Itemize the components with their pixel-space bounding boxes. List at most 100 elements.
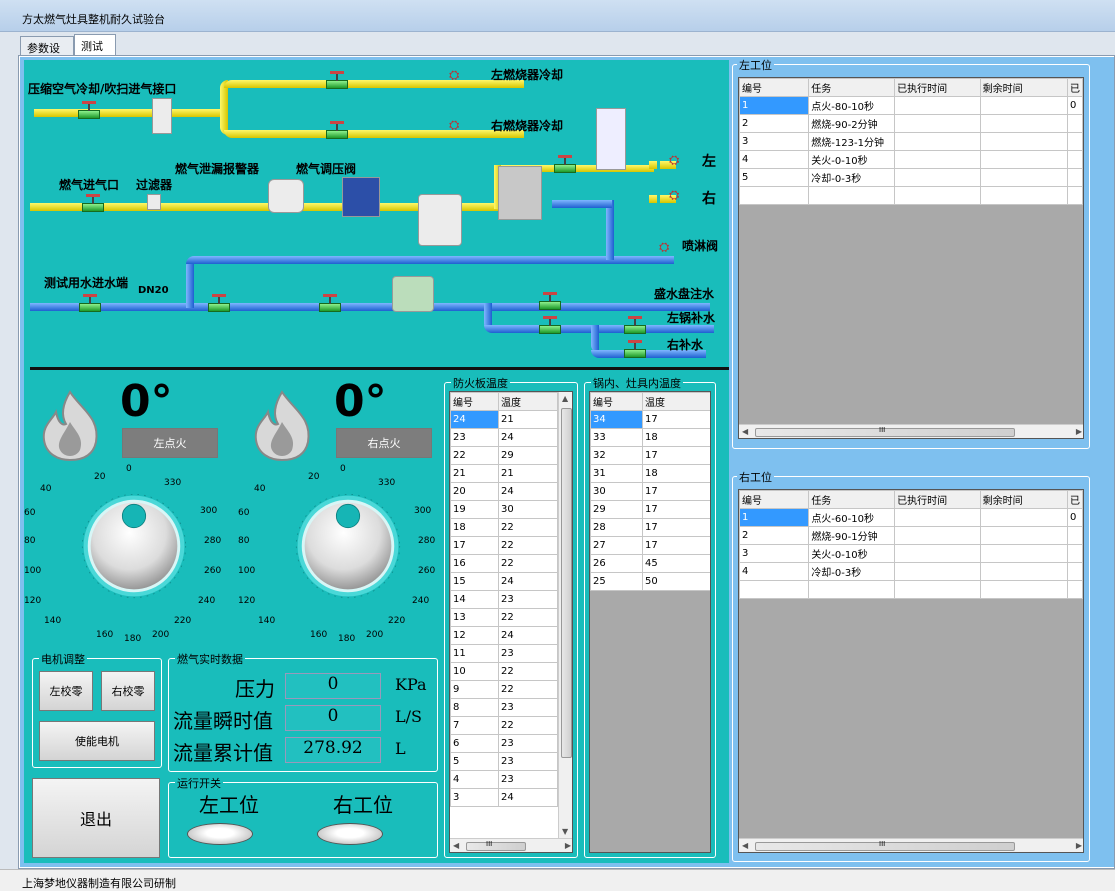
table-row[interactable]: 4 23 [450, 770, 558, 789]
column-header[interactable]: 编号 [739, 490, 810, 509]
table-row[interactable]: 29 17 [590, 500, 710, 519]
table-row[interactable]: 3 24 [450, 788, 558, 807]
column-header[interactable]: 已执行时间 [894, 78, 981, 97]
table-row[interactable]: 17 22 [450, 536, 558, 555]
right-station-grid[interactable]: 编号 任务 已执行时间 剩余时间已 1 点火-60-10秒 0 2 燃烧-90-1分钟 3 关火-… [738, 489, 1084, 853]
table-row[interactable]: 22 29 [450, 446, 558, 465]
water-pipe [186, 256, 616, 264]
fireboard-temp-grid[interactable]: 编号 温度 24 21 23 24 22 29 21 21 20 24 19 30 18 22 17 22 16 2… [449, 391, 573, 853]
valve-icon[interactable] [624, 340, 646, 358]
column-header[interactable]: 温度 [498, 392, 558, 411]
column-header[interactable]: 编号 [739, 78, 810, 97]
column-header[interactable]: 编号 [590, 392, 643, 411]
table-row[interactable]: 23 24 [450, 428, 558, 447]
right-ignite-button[interactable]: 右点火 [336, 428, 432, 458]
pot-table: 编号 温度 34 17 33 18 32 17 31 18 30 17 29 17 28 17 27 17 26 4… [590, 392, 710, 591]
table-row[interactable]: 2 燃烧-90-2分钟 [739, 114, 1083, 133]
valve-icon[interactable] [554, 155, 576, 173]
left-station-toggle[interactable] [187, 823, 253, 845]
table-row[interactable]: 19 30 [450, 500, 558, 519]
column-header[interactable]: 剩余时间 [979, 78, 1068, 97]
column-header[interactable]: 已执行时间 [894, 490, 981, 509]
table-row[interactable]: 5 冷却-0-3秒 [739, 168, 1083, 187]
column-header[interactable]: 任务 [808, 490, 896, 509]
valve-icon[interactable] [319, 294, 341, 312]
table-row[interactable]: 28 17 [590, 518, 710, 537]
pot-temp-grid[interactable]: 编号 温度 34 17 33 18 32 17 31 18 30 17 29 17 28 17 27 17 26 4… [589, 391, 711, 853]
column-header[interactable]: 任务 [808, 78, 896, 97]
table-cell: 冷却-0-3秒 [808, 562, 896, 581]
dial-tick-label: 280 [418, 536, 436, 546]
column-header[interactable]: 剩余时间 [979, 490, 1068, 509]
table-row[interactable]: 4 冷却-0-3秒 [739, 562, 1083, 581]
table-row[interactable]: 20 24 [450, 482, 558, 501]
table-row[interactable]: 30 17 [590, 482, 710, 501]
table-row[interactable]: 12 24 [450, 626, 558, 645]
table-row[interactable]: 2 燃烧-90-1分钟 [739, 526, 1083, 545]
valve-icon[interactable] [539, 316, 561, 334]
table-row[interactable]: 1 点火-60-10秒 0 [739, 508, 1083, 527]
valve-icon[interactable] [326, 121, 348, 139]
left-station-grid[interactable]: 编号 任务 已执行时间 剩余时间已 1 点火-80-10秒 0 2 燃烧-90-2分钟 3 燃烧-… [738, 77, 1084, 439]
table-row[interactable]: 21 21 [450, 464, 558, 483]
left-zero-button[interactable]: 左校零 [39, 671, 93, 711]
table-row[interactable]: 4 关火-0-10秒 [739, 150, 1083, 169]
table-row[interactable]: 32 17 [590, 446, 710, 465]
table-row[interactable]: 34 17 [590, 410, 710, 429]
table-row[interactable] [739, 580, 1083, 599]
valve-icon[interactable] [539, 292, 561, 310]
table-row[interactable]: 25 50 [590, 572, 710, 591]
tab-test[interactable]: 测试 [74, 34, 116, 56]
valve-icon[interactable] [82, 194, 104, 212]
tab-settings[interactable]: 参数设置 [20, 36, 74, 71]
valve-icon[interactable] [79, 294, 101, 312]
label-right: 右 [702, 191, 716, 207]
vertical-scrollbar[interactable]: ▲ ▼ [558, 392, 572, 838]
valve-icon[interactable] [624, 316, 646, 334]
dial-tick-label: 140 [258, 616, 276, 626]
dial-tick-label: 260 [418, 566, 436, 576]
table-row[interactable]: 14 23 [450, 590, 558, 609]
right-station-toggle[interactable] [317, 823, 383, 845]
table-row[interactable]: 3 关火-0-10秒 [739, 544, 1083, 563]
horizontal-scrollbar[interactable]: ◀ ▶ III [450, 838, 572, 852]
column-header[interactable]: 编号 [450, 392, 499, 411]
table-row[interactable]: 15 24 [450, 572, 558, 591]
table-cell: 29 [498, 446, 558, 465]
table-row[interactable] [739, 186, 1083, 205]
valve-icon[interactable] [78, 101, 100, 119]
table-row[interactable]: 13 22 [450, 608, 558, 627]
right-zero-button[interactable]: 右校零 [101, 671, 155, 711]
dial-tick-label: 0 [126, 464, 132, 474]
table-row[interactable]: 33 18 [590, 428, 710, 447]
left-ignite-button[interactable]: 左点火 [122, 428, 218, 458]
table-row[interactable]: 10 22 [450, 662, 558, 681]
table-row[interactable]: 24 21 [450, 410, 558, 429]
column-header[interactable]: 已 [1066, 78, 1083, 97]
table-row[interactable]: 27 17 [590, 536, 710, 555]
table-cell [894, 580, 981, 599]
horizontal-scrollbar[interactable]: ◀ ▶ III [739, 424, 1083, 438]
column-header[interactable]: 温度 [642, 392, 710, 411]
table-row[interactable]: 6 23 [450, 734, 558, 753]
table-row[interactable]: 1 点火-80-10秒 0 [739, 96, 1083, 115]
enable-motor-button[interactable]: 使能电机 [39, 721, 155, 761]
table-row[interactable]: 18 22 [450, 518, 558, 537]
table-row[interactable]: 3 燃烧-123-1分钟 [739, 132, 1083, 151]
table-cell [894, 132, 981, 151]
table-cell [894, 562, 981, 581]
table-row[interactable]: 5 23 [450, 752, 558, 771]
table-row[interactable]: 7 22 [450, 716, 558, 735]
table-row[interactable]: 31 18 [590, 464, 710, 483]
exit-button[interactable]: 退出 [32, 778, 160, 858]
table-row[interactable]: 9 22 [450, 680, 558, 699]
horizontal-scrollbar[interactable]: ◀ ▶ III [739, 838, 1083, 852]
table-row[interactable]: 26 45 [590, 554, 710, 573]
table-row[interactable]: 16 22 [450, 554, 558, 573]
table-cell: 7 [450, 716, 499, 735]
column-header[interactable]: 已 [1066, 490, 1083, 509]
table-row[interactable]: 8 23 [450, 698, 558, 717]
table-row[interactable]: 11 23 [450, 644, 558, 663]
valve-icon[interactable] [208, 294, 230, 312]
valve-icon[interactable] [326, 71, 348, 89]
